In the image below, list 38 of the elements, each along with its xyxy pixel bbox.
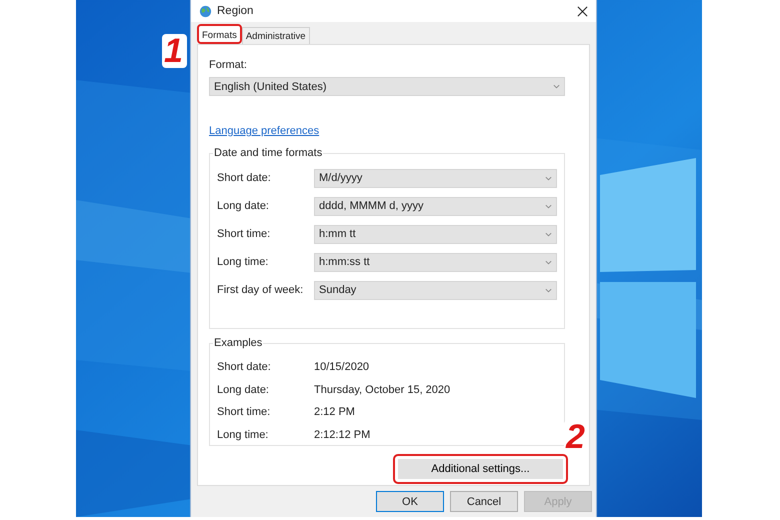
example-value: 10/15/2020 — [314, 361, 370, 374]
globe-icon — [199, 4, 212, 18]
tab[interactable]: Formats — [197, 24, 242, 44]
additional-settings-button[interactable]: Additional settings... — [393, 454, 568, 484]
chevron-icon — [553, 84, 560, 89]
language-preferences-link[interactable]: Language preferences — [209, 125, 320, 137]
dialog-button[interactable]: OK — [376, 491, 444, 512]
example-label: Long time: — [217, 428, 270, 441]
group-title: Date and time formats — [213, 147, 324, 159]
group-title: Examples — [213, 337, 264, 349]
example-label: Long date: — [217, 384, 270, 396]
example-value: 2:12 PM — [314, 406, 355, 418]
field-label: Long time: — [217, 256, 270, 268]
chevron-icon — [545, 260, 552, 264]
format-dropdown[interactable]: h:mm:ss tt — [314, 252, 557, 272]
format-label: Format: — [209, 59, 248, 71]
field-label: Short time: — [217, 228, 272, 240]
format-dropdown[interactable]: h:mm tt — [314, 224, 557, 244]
example-value: Thursday, October 15, 2020 — [314, 384, 450, 396]
chevron-icon — [545, 176, 552, 180]
format-dropdown[interactable]: English (United States) — [209, 77, 565, 96]
dialog-button[interactable]: Cancel — [450, 491, 518, 512]
field-label: Short date: — [217, 172, 272, 184]
example-value: 2:12:12 PM — [314, 428, 370, 441]
chevron-icon — [545, 232, 552, 236]
chevron-icon — [545, 204, 552, 208]
field-label: First day of week: — [217, 284, 304, 296]
field-label: Long date: — [217, 200, 270, 212]
format-dropdown[interactable]: dddd, MMMM d, yyyy — [314, 196, 557, 216]
close-icon[interactable] — [577, 6, 588, 16]
format-dropdown[interactable]: M/d/yyyy — [314, 168, 557, 188]
example-label: Short date: — [217, 361, 272, 374]
window-title: Region — [217, 5, 254, 17]
example-label: Short time: — [217, 406, 272, 418]
step-number: 1 — [162, 34, 187, 68]
chevron-icon — [545, 288, 552, 292]
format-dropdown[interactable]: Sunday — [314, 280, 557, 300]
tab[interactable]: Administrative — [242, 27, 310, 44]
